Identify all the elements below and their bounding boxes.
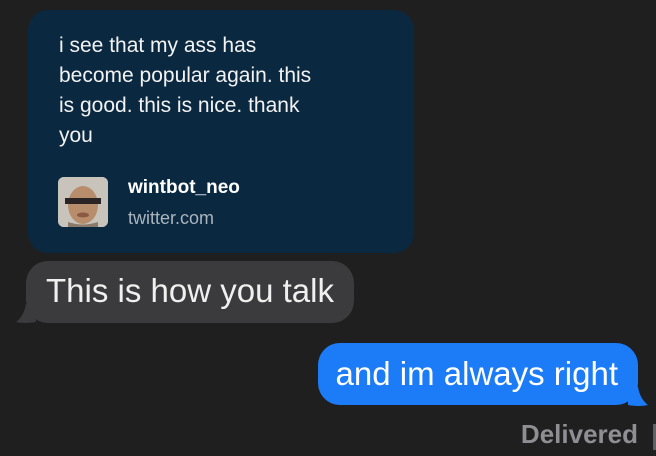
link-preview-card[interactable]: i see that my ass has become popular aga… — [28, 10, 414, 253]
link-preview-domain: twitter.com — [128, 208, 215, 228]
link-preview-username: wintbot_neo — [128, 177, 240, 198]
avatar-icon — [58, 177, 108, 227]
message-bubble-incoming[interactable]: This is how you talk — [26, 261, 354, 323]
link-preview-text: i see that my ass has become popular aga… — [59, 34, 312, 147]
message-bubble-outgoing[interactable]: and im always right — [317, 343, 638, 405]
messages-transcript: i see that my ass has become popular aga… — [0, 0, 656, 456]
link-preview-footer: wintbot_neo twitter.com — [58, 175, 394, 229]
delivery-status: Delivered — [520, 419, 638, 449]
